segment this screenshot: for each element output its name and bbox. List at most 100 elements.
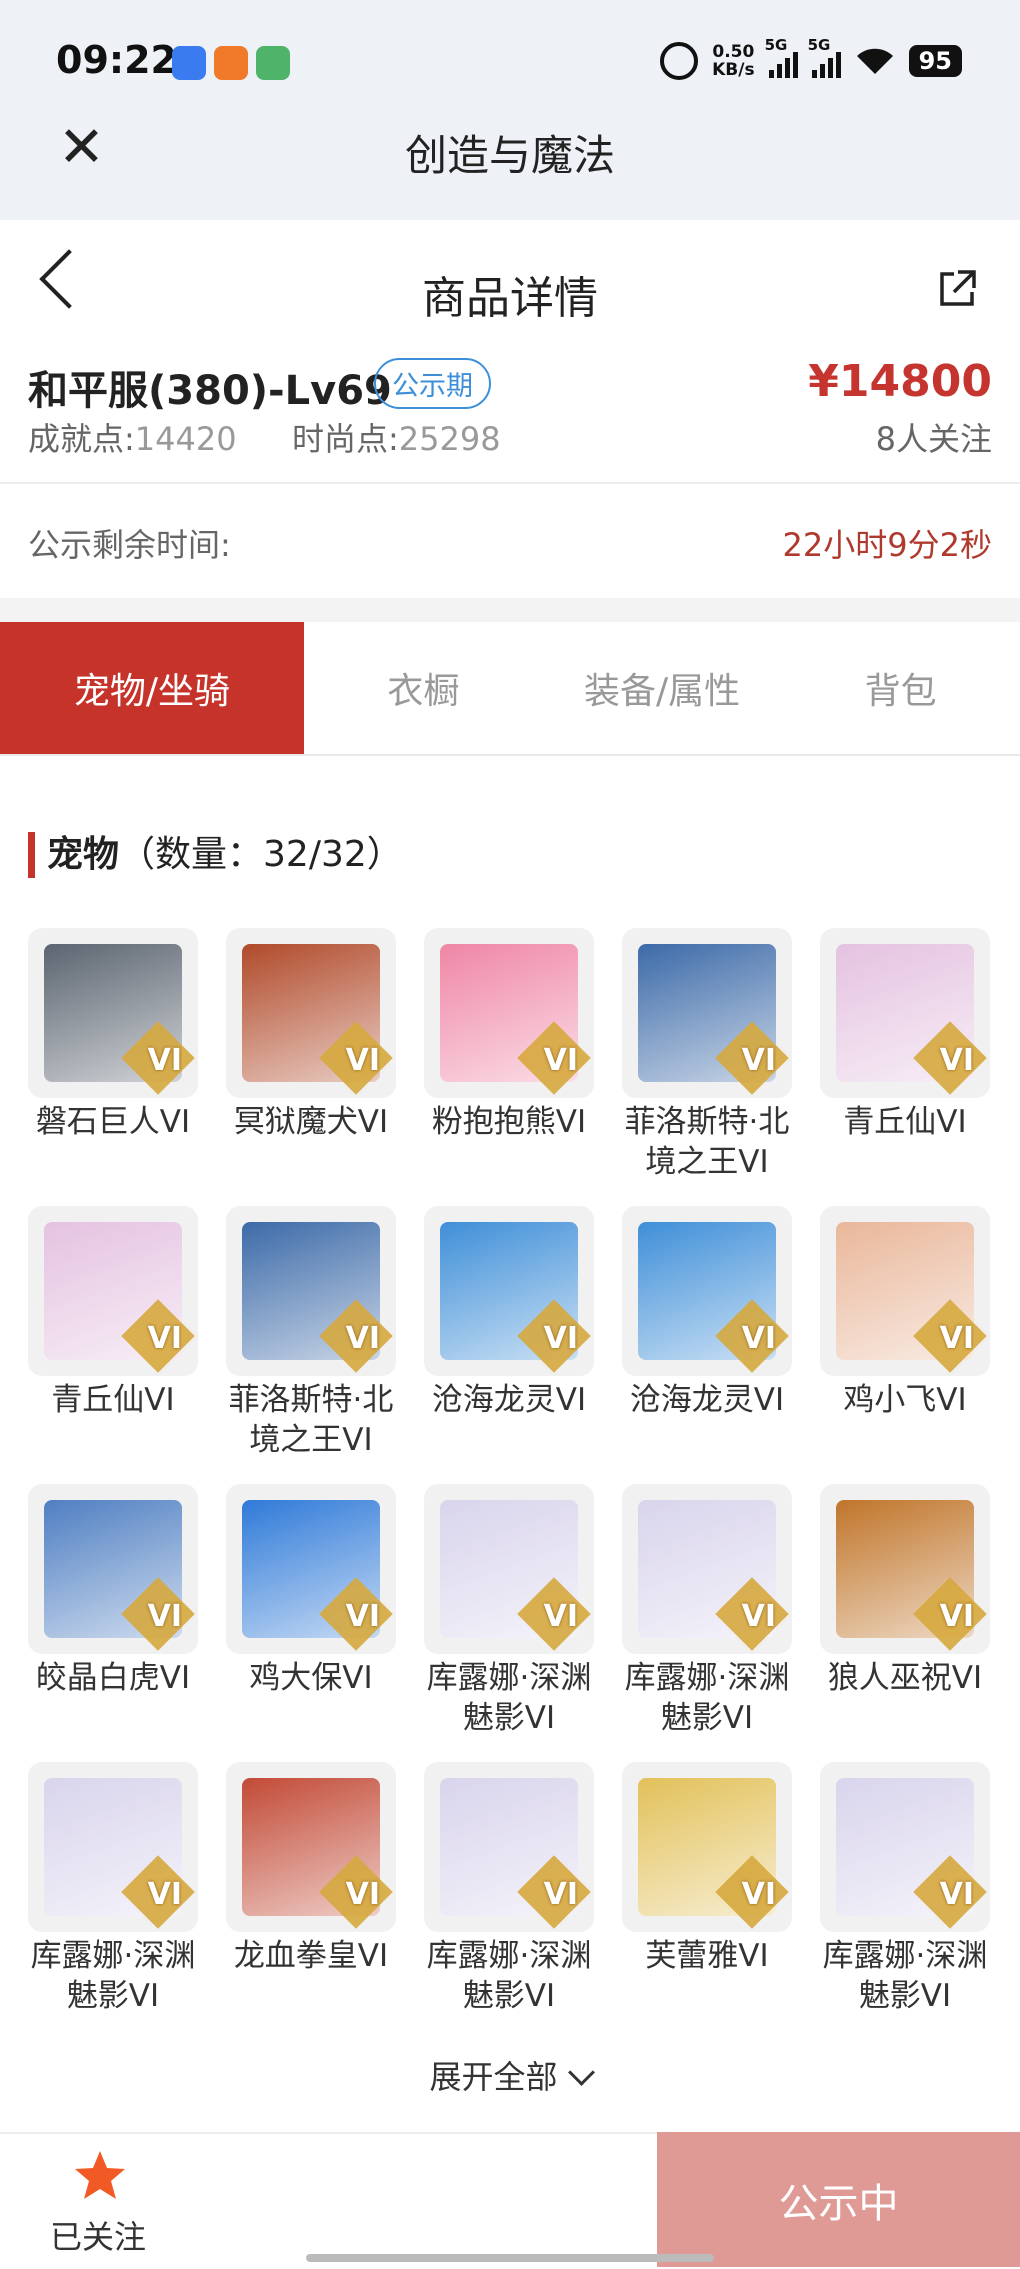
- achievement-label: 成就点:: [28, 420, 135, 458]
- pet-item[interactable]: VI 菲洛斯特·北境之王VI: [622, 928, 792, 1206]
- pet-thumbnail: VI: [226, 928, 396, 1098]
- network-type-label: 5G: [764, 36, 788, 54]
- rank-badge-label: VI: [741, 1043, 776, 1078]
- pet-item[interactable]: VI 粉抱抱熊VI: [424, 928, 594, 1206]
- countdown-value: 22小时9分2秒: [782, 526, 992, 564]
- pet-item[interactable]: VI 磐石巨人VI: [28, 928, 198, 1206]
- followed-label[interactable]: 已关注: [50, 2212, 146, 2258]
- pet-name: 菲洛斯特·北境之王VI: [228, 1382, 394, 1458]
- app-notification-icon: [256, 46, 290, 80]
- system-indicators: 0.50 KB/s 5G 5G 95: [660, 36, 962, 80]
- pet-item[interactable]: VI 鸡大保VI: [226, 1484, 396, 1762]
- pet-item[interactable]: VI 库露娜·深渊魅影VI: [28, 1762, 198, 2040]
- rank-badge-label: VI: [741, 1321, 776, 1356]
- pet-thumbnail: VI: [622, 928, 792, 1098]
- pet-name: 青丘仙VI: [843, 1104, 967, 1140]
- pet-item[interactable]: VI 狼人巫祝VI: [820, 1484, 990, 1762]
- pet-thumbnail: VI: [28, 1206, 198, 1376]
- pet-name: 龙血拳皇VI: [233, 1938, 389, 1974]
- pet-name: 库露娜·深渊魅影VI: [624, 1660, 790, 1736]
- pet-thumbnail: VI: [820, 1762, 990, 1932]
- network-type-label: 5G: [807, 36, 831, 54]
- pet-thumbnail: VI: [622, 1484, 792, 1654]
- pet-name: 库露娜·深渊魅影VI: [426, 1660, 592, 1736]
- pet-item[interactable]: VI 沧海龙灵VI: [622, 1206, 792, 1484]
- star-icon[interactable]: [72, 2148, 128, 2204]
- pet-item[interactable]: VI 菲洛斯特·北境之王VI: [226, 1206, 396, 1484]
- rank-badge-label: VI: [543, 1877, 578, 1912]
- pet-item[interactable]: VI 青丘仙VI: [820, 928, 990, 1206]
- wifi-icon: [856, 48, 893, 74]
- pet-name: 鸡大保VI: [249, 1660, 373, 1696]
- battery-icon: 95: [908, 45, 962, 77]
- publicity-button[interactable]: 公示中: [657, 2132, 1020, 2267]
- notification-icons: [172, 46, 290, 80]
- fashion-value: 25298: [398, 420, 501, 458]
- pet-thumbnail: VI: [226, 1484, 396, 1654]
- fashion-label: 时尚点:: [292, 420, 399, 458]
- home-indicator: [306, 2254, 714, 2262]
- pet-item[interactable]: VI 皎晶白虎VI: [28, 1484, 198, 1762]
- rank-badge-label: VI: [543, 1599, 578, 1634]
- pet-item[interactable]: VI 库露娜·深渊魅影VI: [424, 1762, 594, 2040]
- network-speed: 0.50 KB/s: [712, 43, 754, 79]
- status-time: 09:22: [56, 38, 177, 82]
- tab-equipment-attributes[interactable]: 装备/属性: [543, 622, 782, 754]
- tab-backpack[interactable]: 背包: [781, 622, 1020, 754]
- section-title-text: 宠物: [47, 834, 120, 875]
- section-count: （数量：32/32）: [119, 834, 403, 875]
- network-speed-value: 0.50: [712, 42, 755, 62]
- rank-badge-label: VI: [345, 1321, 380, 1356]
- pet-item[interactable]: VI 鸡小飞VI: [820, 1206, 990, 1484]
- rank-badge-label: VI: [939, 1043, 974, 1078]
- pet-thumbnail: VI: [28, 1762, 198, 1932]
- pet-thumbnail: VI: [28, 928, 198, 1098]
- pet-name: 库露娜·深渊魅影VI: [822, 1938, 988, 2014]
- rank-badge-label: VI: [741, 1599, 776, 1634]
- tab-wardrobe[interactable]: 衣橱: [304, 622, 543, 754]
- pet-item[interactable]: VI 沧海龙灵VI: [424, 1206, 594, 1484]
- pet-thumbnail: VI: [820, 928, 990, 1098]
- pet-item[interactable]: VI 芙蕾雅VI: [622, 1762, 792, 2040]
- expand-all-button[interactable]: 展开全部: [0, 2052, 1020, 2098]
- app-notification-icon: [214, 46, 248, 80]
- chevron-down-icon: [567, 2059, 595, 2086]
- rank-badge-label: VI: [543, 1321, 578, 1356]
- pet-name: 青丘仙VI: [51, 1382, 175, 1418]
- rank-badge-label: VI: [147, 1321, 182, 1356]
- pet-name: 菲洛斯特·北境之王VI: [624, 1104, 790, 1180]
- pet-item[interactable]: VI 库露娜·深渊魅影VI: [622, 1484, 792, 1762]
- rank-badge-label: VI: [147, 1043, 182, 1078]
- tab-bar: 宠物/坐骑 衣橱 装备/属性 背包: [0, 622, 1020, 756]
- alarm-icon: [660, 42, 699, 80]
- pet-item[interactable]: VI 青丘仙VI: [28, 1206, 198, 1484]
- achievement-value: 14420: [134, 420, 237, 458]
- pet-name: 库露娜·深渊魅影VI: [426, 1938, 592, 2014]
- pet-name: 鸡小飞VI: [843, 1382, 967, 1418]
- product-price: ¥14800: [808, 356, 992, 407]
- pet-thumbnail: VI: [424, 928, 594, 1098]
- app-title: 创造与魔法: [404, 131, 615, 180]
- rank-badge-label: VI: [147, 1877, 182, 1912]
- pet-thumbnail: VI: [622, 1762, 792, 1932]
- product-name: 和平服(380)-Lv69: [28, 368, 392, 414]
- network-speed-unit: KB/s: [712, 60, 755, 80]
- expand-all-label: 展开全部: [429, 2058, 558, 2096]
- share-icon[interactable]: [936, 268, 978, 310]
- pet-thumbnail: VI: [424, 1206, 594, 1376]
- tab-pets-mounts[interactable]: 宠物/坐骑: [0, 622, 304, 754]
- rank-badge-label: VI: [939, 1599, 974, 1634]
- pet-item[interactable]: VI 库露娜·深渊魅影VI: [820, 1762, 990, 2040]
- status-badge: 公示期: [374, 358, 491, 409]
- pet-item[interactable]: VI 冥狱魔犬VI: [226, 928, 396, 1206]
- pet-name: 芙蕾雅VI: [645, 1938, 769, 1974]
- pet-item[interactable]: VI 库露娜·深渊魅影VI: [424, 1484, 594, 1762]
- signal-icon: 5G: [765, 36, 798, 78]
- pet-thumbnail: VI: [424, 1762, 594, 1932]
- follower-count: 8人关注: [875, 420, 992, 458]
- pet-name: 沧海龙灵VI: [629, 1382, 785, 1418]
- rank-badge-label: VI: [147, 1599, 182, 1634]
- section-title: 宠物（数量：32/32）: [28, 832, 403, 878]
- pet-name: 冥狱魔犬VI: [233, 1104, 389, 1140]
- pet-item[interactable]: VI 龙血拳皇VI: [226, 1762, 396, 2040]
